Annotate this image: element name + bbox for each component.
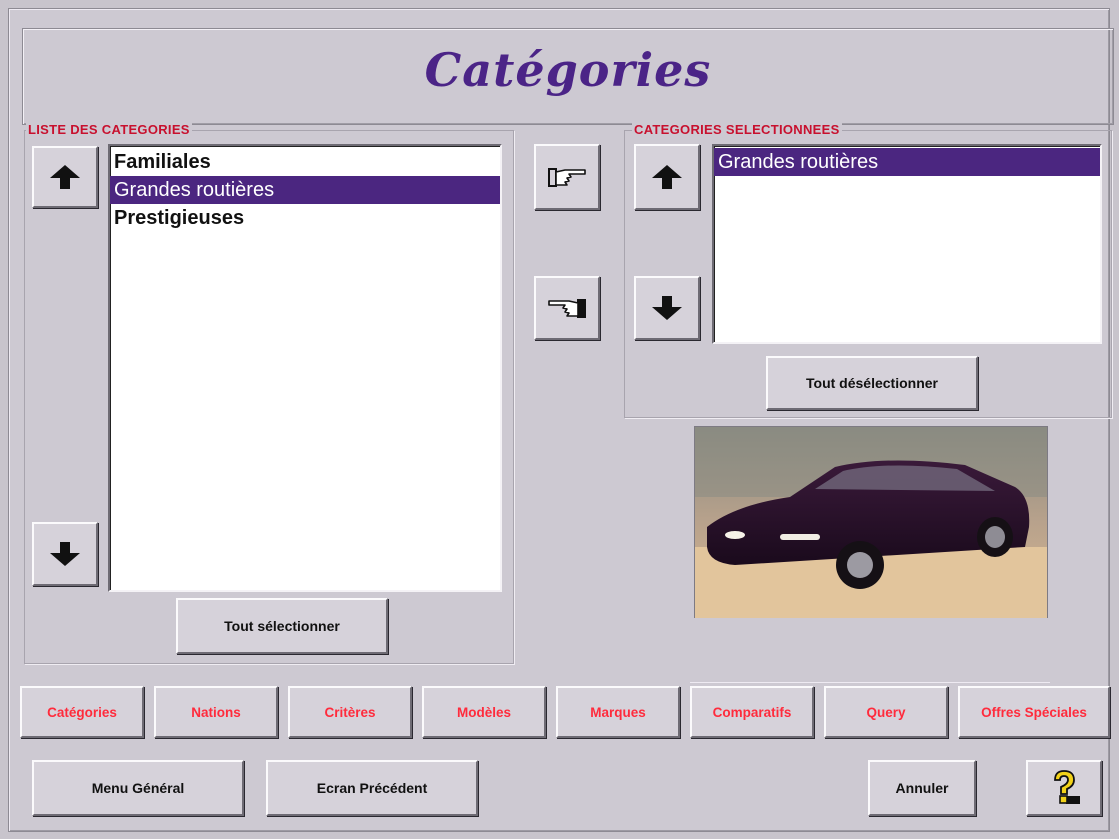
arrow-up-icon <box>652 165 682 189</box>
select-all-button[interactable]: Tout sélectionner <box>176 598 388 654</box>
add-to-selection-button[interactable] <box>534 144 600 210</box>
available-move-up-button[interactable] <box>32 146 98 208</box>
previous-screen-button[interactable]: Ecran Précédent <box>266 760 478 816</box>
nav-tab-brands[interactable]: Marques <box>556 686 680 738</box>
nav-tab-comparisons[interactable]: Comparatifs <box>690 686 814 738</box>
pointing-hand-right-icon <box>548 168 586 187</box>
nav-tab-special-offers[interactable]: Offres Spéciales <box>958 686 1110 738</box>
selected-move-down-button[interactable] <box>634 276 700 340</box>
nav-tab-categories[interactable]: Catégories <box>20 686 144 738</box>
available-categories-list[interactable]: Familiales Grandes routières Prestigieus… <box>108 144 502 592</box>
pointing-hand-left-icon <box>548 299 586 318</box>
selected-categories-list[interactable]: Grandes routières <box>712 144 1102 344</box>
page-title: Catégories <box>424 43 712 97</box>
nav-tab-nations[interactable]: Nations <box>154 686 278 738</box>
help-question-icon <box>1054 770 1080 804</box>
list-item[interactable]: Prestigieuses <box>110 204 500 232</box>
main-menu-button[interactable]: Menu Général <box>32 760 244 816</box>
list-item[interactable]: Familiales <box>110 148 500 176</box>
arrow-down-icon <box>652 296 682 320</box>
cancel-button[interactable]: Annuler <box>868 760 976 816</box>
arrow-up-icon <box>50 165 80 189</box>
nav-tab-models[interactable]: Modèles <box>422 686 546 738</box>
nav-tab-criteria[interactable]: Critères <box>288 686 412 738</box>
available-categories-label: LISTE DES CATEGORIES <box>26 122 192 137</box>
nav-tab-query[interactable]: Query <box>824 686 948 738</box>
selected-categories-label: CATEGORIES SELECTIONNEES <box>632 122 842 137</box>
available-move-down-button[interactable] <box>32 522 98 586</box>
selected-move-up-button[interactable] <box>634 144 700 210</box>
deselect-all-button[interactable]: Tout désélectionner <box>766 356 978 410</box>
list-item-selected[interactable]: Grandes routières <box>110 176 500 204</box>
remove-from-selection-button[interactable] <box>534 276 600 340</box>
arrow-down-icon <box>50 542 80 566</box>
list-item-selected[interactable]: Grandes routières <box>714 148 1100 176</box>
car-photo <box>694 426 1048 620</box>
photo-caption-area <box>690 618 1050 683</box>
title-bar: Catégories <box>22 28 1114 125</box>
help-button[interactable] <box>1026 760 1102 816</box>
